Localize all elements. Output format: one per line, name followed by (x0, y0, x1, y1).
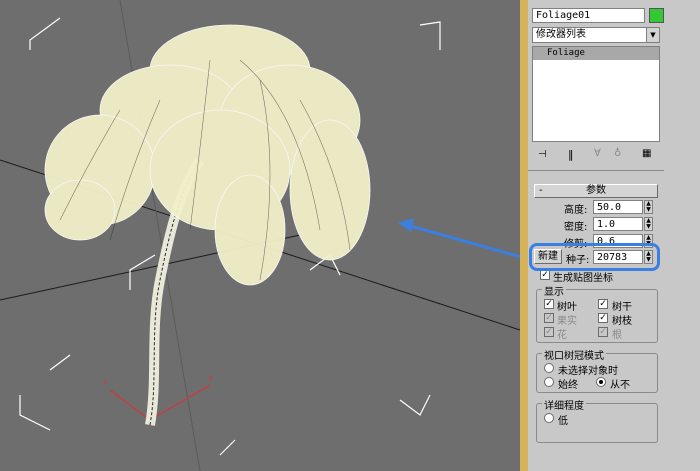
svg-text:x: x (103, 377, 108, 386)
branches-checkbox[interactable]: ✓ (598, 313, 608, 323)
object-color-swatch[interactable] (649, 8, 664, 23)
modify-panel: Foliage01 修改器列表 ▼ Foliage ⊣ ‖ ∀ ♁ ▦ - 参数… (528, 0, 700, 471)
app-window: x y Foliage01 修改器列表 ▼ Foliage ⊣ ‖ ∀ ♁ ▦ … (0, 0, 700, 471)
stack-toolbar: ⊣ ‖ ∀ ♁ ▦ (532, 148, 660, 164)
leaves-label: 树叶 (557, 302, 577, 313)
separator (528, 170, 664, 171)
when-not-selected-label: 未选择对象时 (558, 366, 618, 377)
object-name-field[interactable]: Foliage01 (532, 8, 645, 23)
roots-checkbox[interactable]: ✓ (598, 327, 608, 337)
never-label: 从不 (610, 380, 630, 391)
leaves-checkbox[interactable]: ✓ (544, 299, 554, 309)
gen-mapping-label: 生成贴图坐标 (553, 273, 613, 284)
fruit-checkbox[interactable]: ✓ (544, 313, 554, 323)
density-input[interactable]: 1.0 (593, 217, 643, 231)
never-radio[interactable] (596, 377, 606, 387)
trunk-label: 树干 (612, 302, 632, 313)
chevron-down-icon[interactable]: ▼ (646, 28, 659, 42)
flowers-checkbox[interactable]: ✓ (544, 327, 554, 337)
modifier-list-label: 修改器列表 (536, 29, 586, 40)
flowers-label: 花 (557, 330, 567, 341)
detail-low-radio[interactable] (544, 413, 554, 423)
perspective-viewport[interactable]: x y (0, 0, 520, 471)
display-group-title: 显示 (542, 283, 566, 298)
make-unique-icon[interactable]: ∀ (594, 148, 601, 159)
show-end-result-icon[interactable]: ‖ (568, 148, 574, 161)
height-input[interactable]: 50.0 (593, 200, 643, 214)
configure-sets-icon[interactable]: ▦ (642, 148, 651, 159)
gen-mapping-checkbox[interactable]: ✓ (540, 270, 550, 280)
always-radio[interactable] (544, 377, 554, 387)
trunk-checkbox[interactable]: ✓ (598, 299, 608, 309)
stack-item-foliage[interactable]: Foliage (533, 47, 659, 60)
modifier-list-dropdown[interactable]: 修改器列表 ▼ (532, 27, 660, 43)
always-label: 始终 (558, 380, 578, 391)
detail-low-label: 低 (558, 416, 568, 427)
branches-label: 树枝 (612, 316, 632, 327)
collapse-icon: - (539, 185, 543, 196)
parameters-rollout-header[interactable]: - 参数 (534, 184, 658, 198)
modifier-stack[interactable]: Foliage (532, 46, 660, 142)
density-label: 密度: (564, 222, 588, 233)
rollout-title: 参数 (586, 185, 606, 196)
detail-level-title: 详细程度 (542, 397, 586, 412)
height-label: 高度: (564, 205, 588, 216)
canopy-mode-title: 视口树冠模式 (542, 347, 606, 362)
when-not-selected-radio[interactable] (544, 363, 554, 373)
highlight-annotation (529, 243, 660, 271)
pin-icon[interactable]: ⊣ (538, 149, 547, 160)
fruit-label: 果实 (557, 316, 577, 327)
panel-divider (520, 0, 528, 471)
roots-label: 根 (612, 330, 622, 341)
remove-modifier-icon[interactable]: ♁ (614, 148, 621, 159)
height-spinner[interactable]: ▲ ▼ (644, 200, 653, 214)
svg-text:y: y (208, 373, 213, 382)
density-spinner[interactable]: ▲ ▼ (644, 217, 653, 231)
